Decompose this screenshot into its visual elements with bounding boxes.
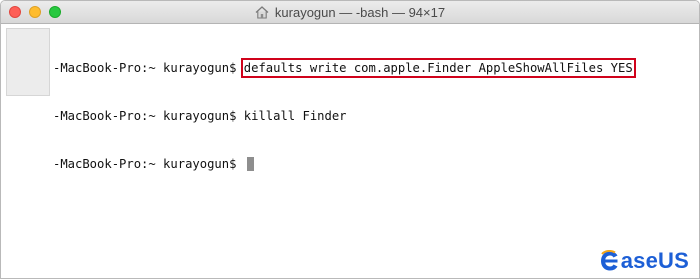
terminal-line: -MacBook-Pro:~ kurayogun$ killall Finder	[53, 108, 633, 124]
easeus-logo-mark	[600, 250, 618, 271]
title-bar: kurayogun — -bash — 94×17	[1, 1, 699, 24]
terminal-line: -MacBook-Pro:~ kurayogun$ defaults write…	[53, 58, 636, 78]
terminal-line: -MacBook-Pro:~ kurayogun$	[53, 156, 633, 172]
window-title: kurayogun — -bash — 94×17	[1, 1, 699, 23]
prompt: -MacBook-Pro:~ kurayogun$	[53, 157, 244, 171]
terminal-output[interactable]: -MacBook-Pro:~ kurayogun$ defaults write…	[53, 28, 636, 204]
highlighted-command: defaults write com.apple.Finder AppleSho…	[240, 58, 636, 78]
terminal-content[interactable]: -MacBook-Pro:~ kurayogun$ defaults write…	[1, 24, 699, 278]
home-folder-icon	[255, 5, 269, 19]
easeus-logo-text: aseUS	[620, 248, 689, 273]
easeus-logo: aseUS	[599, 248, 689, 274]
prompt: -MacBook-Pro:~ kurayogun$	[53, 109, 244, 123]
window-title-text: kurayogun — -bash — 94×17	[274, 4, 446, 20]
prompt: -MacBook-Pro:~ kurayogun$	[53, 61, 244, 75]
profile-thumbnail	[6, 28, 50, 96]
command: killall Finder	[243, 109, 347, 123]
terminal-window: kurayogun — -bash — 94×17 -MacBook-Pro:~…	[0, 0, 700, 279]
text-cursor	[246, 157, 254, 171]
